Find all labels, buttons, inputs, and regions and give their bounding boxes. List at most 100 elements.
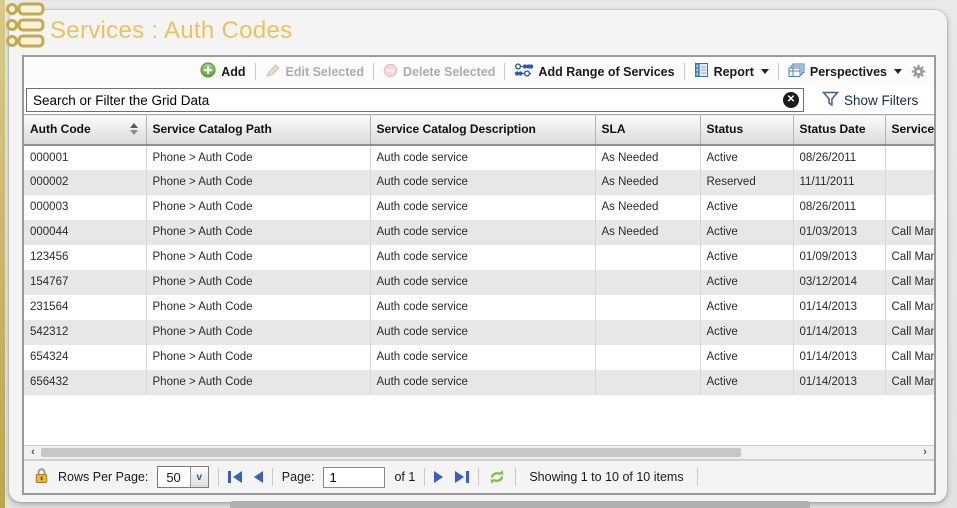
- table-cell: 01/14/2013: [793, 345, 885, 370]
- table-cell: 08/26/2011: [793, 195, 885, 220]
- report-button[interactable]: Report: [694, 62, 769, 81]
- table-cell: Phone > Auth Code: [146, 370, 370, 395]
- table-cell: [595, 245, 700, 270]
- grid-panel: Add Edit Selected: [22, 55, 936, 495]
- layered-grids-icon: [788, 63, 805, 81]
- previous-page-button[interactable]: [254, 471, 263, 483]
- table-cell: Phone > Auth Code: [146, 270, 370, 295]
- table-cell: [885, 170, 934, 195]
- column-header-service-h[interactable]: Service H: [885, 115, 934, 145]
- minus-circle-icon: [383, 63, 398, 81]
- table-row[interactable]: 000003Phone > Auth CodeAuth code service…: [24, 195, 934, 220]
- column-header-sla[interactable]: SLA: [595, 115, 700, 145]
- table-cell: Auth code service: [370, 170, 595, 195]
- rows-per-page-select[interactable]: 50 v: [157, 466, 208, 488]
- table-cell: Active: [700, 220, 793, 245]
- sort-icon[interactable]: [130, 123, 138, 135]
- services-table: Auth Code Service Catalog Path Service C…: [24, 114, 934, 395]
- table-cell: [595, 345, 700, 370]
- toolbar-separator: [684, 63, 685, 80]
- table-cell: 231564: [24, 295, 146, 320]
- toolbar-separator: [504, 63, 505, 80]
- column-header-catalog-description[interactable]: Service Catalog Description: [370, 115, 595, 145]
- table-header-row: Auth Code Service Catalog Path Service C…: [24, 115, 934, 145]
- table-cell: 01/14/2013: [793, 370, 885, 395]
- table-cell: 03/12/2014: [793, 270, 885, 295]
- first-page-button[interactable]: [228, 471, 242, 483]
- services-app-icon: [5, 1, 47, 56]
- statusbar-separator: [218, 468, 219, 486]
- add-button[interactable]: Add: [200, 62, 245, 81]
- page-title: Services : Auth Codes: [50, 17, 292, 45]
- table-cell: [595, 270, 700, 295]
- pencil-icon: [265, 63, 281, 81]
- plus-circle-icon: [200, 62, 216, 81]
- refresh-icon[interactable]: [488, 469, 506, 485]
- page-number-input[interactable]: [323, 467, 385, 488]
- table-cell: Phone > Auth Code: [146, 245, 370, 270]
- rows-per-page-label: Rows Per Page:: [58, 470, 148, 484]
- chevron-down-icon: [894, 69, 902, 74]
- scrollbar-thumb[interactable]: [41, 448, 741, 457]
- table-row[interactable]: 123456Phone > Auth CodeAuth code service…: [24, 245, 934, 270]
- column-header-status-date[interactable]: Status Date: [793, 115, 885, 145]
- showing-items-text: Showing 1 to 10 of 10 items: [525, 470, 687, 484]
- table-cell: Call Manag: [885, 370, 934, 395]
- table-row[interactable]: 000002Phone > Auth CodeAuth code service…: [24, 170, 934, 195]
- table-cell: 08/26/2011: [793, 145, 885, 170]
- table-row[interactable]: 542312Phone > Auth CodeAuth code service…: [24, 320, 934, 345]
- clear-search-icon[interactable]: ✕: [783, 92, 799, 108]
- table-cell: Auth code service: [370, 245, 595, 270]
- table-cell: Auth code service: [370, 270, 595, 295]
- table-cell: 123456: [24, 245, 146, 270]
- show-filters-button[interactable]: Show Filters: [822, 91, 918, 110]
- table-cell: Phone > Auth Code: [146, 320, 370, 345]
- horizontal-scrollbar[interactable]: ‹ ›: [24, 445, 934, 460]
- table-cell: 01/14/2013: [793, 320, 885, 345]
- table-row[interactable]: 654324Phone > Auth CodeAuth code service…: [24, 345, 934, 370]
- add-range-button[interactable]: Add Range of Services: [514, 63, 674, 80]
- table-cell: Phone > Auth Code: [146, 345, 370, 370]
- perspectives-button[interactable]: Perspectives: [788, 63, 902, 81]
- statusbar-separator: [424, 468, 425, 486]
- table-cell: Phone > Auth Code: [146, 195, 370, 220]
- table-cell: Active: [700, 345, 793, 370]
- column-header-catalog-path[interactable]: Service Catalog Path: [146, 115, 370, 145]
- table-cell: Auth code service: [370, 295, 595, 320]
- table-row[interactable]: 231564Phone > Auth CodeAuth code service…: [24, 295, 934, 320]
- search-input[interactable]: [26, 88, 804, 112]
- scroll-left-icon[interactable]: ‹: [26, 446, 40, 459]
- settings-gear-icon[interactable]: [911, 64, 926, 79]
- table-cell: Auth code service: [370, 195, 595, 220]
- column-header-auth-code[interactable]: Auth Code: [24, 115, 146, 145]
- chevron-down-icon: v: [190, 467, 208, 487]
- table-cell: Phone > Auth Code: [146, 145, 370, 170]
- edit-selected-button[interactable]: Edit Selected: [265, 63, 365, 81]
- table-cell: Call Manag: [885, 245, 934, 270]
- table-cell: Phone > Auth Code: [146, 170, 370, 195]
- table-cell: Auth code service: [370, 320, 595, 345]
- next-page-button[interactable]: [434, 471, 443, 483]
- outer-scrollbar-thumb[interactable]: [230, 501, 810, 508]
- table-cell: Phone > Auth Code: [146, 220, 370, 245]
- table-cell: Phone > Auth Code: [146, 295, 370, 320]
- table-row[interactable]: 656432Phone > Auth CodeAuth code service…: [24, 370, 934, 395]
- last-page-button[interactable]: [455, 471, 469, 483]
- scroll-right-icon[interactable]: ›: [918, 446, 932, 459]
- table-cell: Auth code service: [370, 220, 595, 245]
- range-dots-icon: [514, 63, 533, 80]
- table-cell: Auth code service: [370, 370, 595, 395]
- table-cell: Call Manag: [885, 295, 934, 320]
- lock-icon: [34, 467, 49, 487]
- statusbar-separator: [272, 468, 273, 486]
- table-cell: Active: [700, 195, 793, 220]
- table-cell: Active: [700, 145, 793, 170]
- column-header-status[interactable]: Status: [700, 115, 793, 145]
- delete-selected-button[interactable]: Delete Selected: [383, 63, 495, 81]
- pagination-bar: Rows Per Page: 50 v Page: of 1: [24, 460, 934, 493]
- table-row[interactable]: 154767Phone > Auth CodeAuth code service…: [24, 270, 934, 295]
- table-cell: 000003: [24, 195, 146, 220]
- table-row[interactable]: 000044Phone > Auth CodeAuth code service…: [24, 220, 934, 245]
- table-row[interactable]: 000001Phone > Auth CodeAuth code service…: [24, 145, 934, 170]
- table-cell: 000002: [24, 170, 146, 195]
